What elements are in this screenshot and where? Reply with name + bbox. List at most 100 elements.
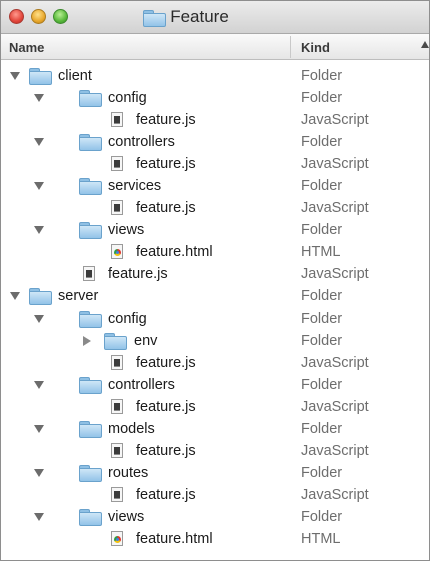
item-name: client xyxy=(58,68,92,84)
folder-row[interactable]: config Folder xyxy=(1,87,429,109)
item-kind: Folder xyxy=(301,288,343,305)
item-name: feature.js xyxy=(136,354,196,371)
javascript-file-icon xyxy=(111,398,123,414)
folder-row[interactable]: controllers Folder xyxy=(1,374,429,396)
item-name: env xyxy=(134,332,158,349)
item-kind: Folder xyxy=(301,376,343,393)
disclosure-expanded-icon[interactable] xyxy=(34,380,44,389)
item-name: routes xyxy=(108,464,149,481)
item-name: views xyxy=(108,222,145,239)
folder-icon xyxy=(143,9,167,27)
file-row[interactable]: feature.js JavaScript xyxy=(1,352,429,374)
javascript-file-icon xyxy=(111,354,123,370)
item-kind: Folder xyxy=(301,134,343,151)
finder-window: Feature Name Kind client Folder config Fold… xyxy=(0,0,430,561)
file-row[interactable]: feature.js JavaScript xyxy=(1,153,429,175)
folder-row[interactable]: routes Folder xyxy=(1,462,429,484)
item-name: config xyxy=(108,90,147,107)
item-name: feature.js xyxy=(136,442,196,459)
disclosure-expanded-icon[interactable] xyxy=(34,226,44,235)
html-file-icon xyxy=(111,244,123,260)
html-file-icon xyxy=(111,530,123,546)
item-kind: Folder xyxy=(301,508,343,525)
file-row[interactable]: feature.html HTML xyxy=(1,528,429,550)
javascript-file-icon xyxy=(83,266,95,282)
javascript-file-icon xyxy=(111,486,123,502)
file-row[interactable]: feature.js JavaScript xyxy=(1,197,429,219)
disclosure-expanded-icon[interactable] xyxy=(34,468,44,477)
disclosure-expanded-icon[interactable] xyxy=(10,72,20,80)
folder-row[interactable]: server Folder xyxy=(1,285,429,307)
folder-row[interactable]: views Folder xyxy=(1,219,429,241)
item-kind: JavaScript xyxy=(301,354,369,371)
folder-row[interactable]: models Folder xyxy=(1,418,429,440)
folder-row[interactable]: config Folder xyxy=(1,308,429,330)
disclosure-expanded-icon[interactable] xyxy=(34,314,44,323)
column-header: Name Kind xyxy=(1,34,429,60)
folder-icon xyxy=(104,332,127,350)
item-kind: JavaScript xyxy=(301,398,369,415)
item-name: feature.js xyxy=(108,266,168,283)
folder-icon xyxy=(79,376,102,394)
folder-icon xyxy=(79,464,102,482)
item-kind: JavaScript xyxy=(301,486,369,503)
item-name: models xyxy=(108,420,155,437)
item-name: controllers xyxy=(108,134,175,151)
item-kind: Folder xyxy=(301,420,343,437)
folder-icon xyxy=(79,222,102,240)
disclosure-collapsed-icon[interactable] xyxy=(83,335,91,346)
javascript-file-icon xyxy=(111,112,123,128)
folder-icon xyxy=(29,288,52,306)
folder-icon xyxy=(79,420,102,438)
kind-column-header[interactable]: Kind xyxy=(301,40,330,55)
item-kind: Folder xyxy=(301,90,343,107)
item-kind: Folder xyxy=(301,68,343,84)
item-kind: JavaScript xyxy=(301,442,369,459)
javascript-file-icon xyxy=(111,200,123,216)
javascript-file-icon xyxy=(111,442,123,458)
item-kind: Folder xyxy=(301,178,343,195)
item-name: views xyxy=(108,508,145,525)
folder-row[interactable]: client Folder xyxy=(1,65,429,87)
item-kind: Folder xyxy=(301,464,343,481)
disclosure-expanded-icon[interactable] xyxy=(34,424,44,433)
file-row[interactable]: feature.js JavaScript xyxy=(1,440,429,462)
folder-icon xyxy=(79,90,102,108)
item-kind: JavaScript xyxy=(301,266,369,283)
disclosure-expanded-icon[interactable] xyxy=(34,94,44,103)
disclosure-expanded-icon[interactable] xyxy=(10,292,20,301)
item-name: config xyxy=(108,310,147,327)
item-name: feature.js xyxy=(136,112,196,129)
file-list: client Folder config Folder feature.js JavaSc… xyxy=(1,65,429,550)
disclosure-expanded-icon[interactable] xyxy=(34,182,44,191)
column-divider[interactable] xyxy=(290,36,291,58)
item-kind: JavaScript xyxy=(301,156,369,173)
folder-row[interactable]: controllers Folder xyxy=(1,131,429,153)
folder-icon xyxy=(79,310,102,328)
folder-row[interactable]: services Folder xyxy=(1,175,429,197)
item-name: feature.js xyxy=(136,200,196,217)
title-bar[interactable]: Feature xyxy=(1,1,429,34)
item-kind: Folder xyxy=(301,222,343,239)
disclosure-expanded-icon[interactable] xyxy=(34,512,44,521)
item-name: feature.js xyxy=(136,156,196,173)
file-row[interactable]: feature.js JavaScript xyxy=(1,484,429,506)
file-row[interactable]: feature.js JavaScript xyxy=(1,263,429,285)
folder-icon xyxy=(79,178,102,196)
item-kind: Folder xyxy=(301,310,343,327)
item-kind: JavaScript xyxy=(301,200,369,217)
item-kind: HTML xyxy=(301,530,341,547)
file-row[interactable]: feature.js JavaScript xyxy=(1,109,429,131)
disclosure-expanded-icon[interactable] xyxy=(34,138,44,147)
item-kind: HTML xyxy=(301,244,341,261)
item-name: controllers xyxy=(108,376,175,393)
folder-icon xyxy=(29,68,52,85)
folder-icon xyxy=(79,508,102,526)
folder-row[interactable]: env Folder xyxy=(1,330,429,352)
folder-row[interactable]: views Folder xyxy=(1,506,429,528)
sort-ascending-icon[interactable] xyxy=(421,41,429,48)
file-row[interactable]: feature.js JavaScript xyxy=(1,396,429,418)
file-row[interactable]: feature.html HTML xyxy=(1,241,429,263)
item-name: feature.js xyxy=(136,486,196,503)
name-column-header[interactable]: Name xyxy=(9,40,44,55)
